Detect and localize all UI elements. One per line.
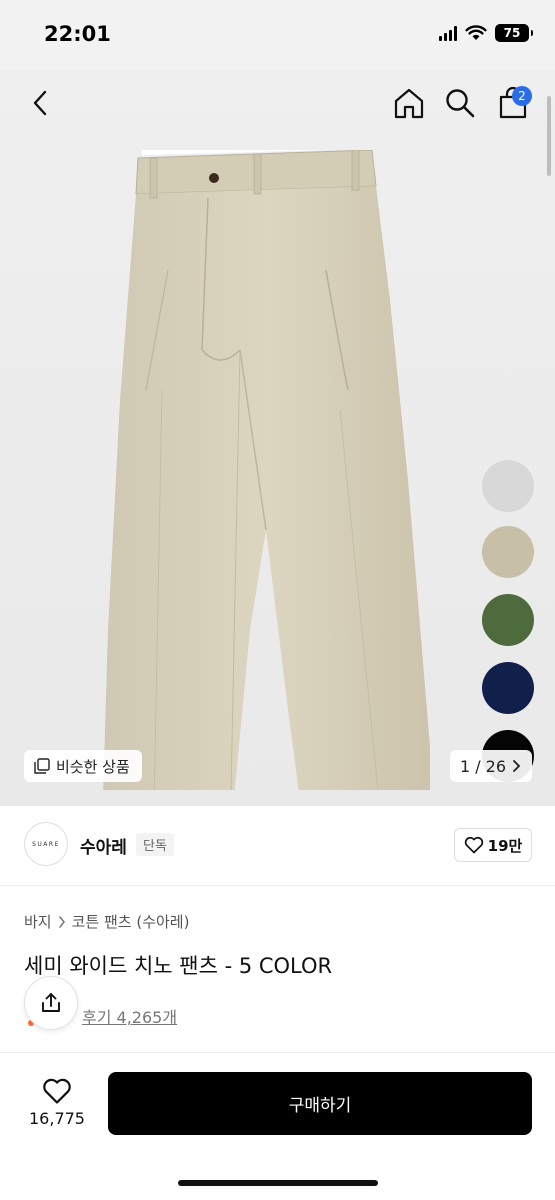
share-button[interactable]: [24, 976, 78, 1030]
brand-row: SUARE 수아레 단독 19만: [0, 806, 555, 886]
color-swatch-olive[interactable]: [482, 594, 534, 646]
back-icon[interactable]: [26, 88, 56, 118]
brand-name[interactable]: 수아레: [80, 833, 127, 858]
brand-logo[interactable]: SUARE: [24, 822, 68, 866]
similar-items-icon: [34, 758, 50, 774]
heart-icon[interactable]: [42, 1077, 72, 1105]
status-time: 22:01: [44, 22, 111, 46]
share-icon: [42, 993, 60, 1012]
review-count-link[interactable]: 후기 4,265개: [82, 1004, 177, 1028]
home-indicator[interactable]: [178, 1180, 378, 1186]
breadcrumb: 바지 코튼 팬츠 (수아레): [24, 911, 189, 932]
chevron-right-icon: [58, 915, 65, 928]
product-title: 세미 와이드 치노 팬츠 - 5 COLOR: [24, 954, 333, 978]
product-gallery[interactable]: 2 비슷한 상품 1 / 26: [0, 70, 555, 806]
image-page-counter[interactable]: 1 / 26: [450, 750, 532, 782]
breadcrumb-category[interactable]: 바지: [24, 911, 52, 932]
scrollbar[interactable]: [547, 96, 551, 176]
status-bar: 22:01 75: [0, 0, 555, 70]
color-swatch-gray[interactable]: [482, 460, 534, 512]
chevron-right-icon: [513, 760, 521, 772]
status-icons: 75: [439, 24, 533, 42]
bottom-action-bar: 16,775 구매하기: [0, 1052, 555, 1200]
brand-like-button[interactable]: 19만: [454, 828, 532, 862]
exclusive-badge: 단독: [136, 833, 174, 856]
wishlist-count: 16,775: [29, 1109, 85, 1128]
brand-like-count: 19만: [487, 836, 523, 855]
buy-button[interactable]: 구매하기: [108, 1072, 532, 1135]
page-counter-label: 1 / 26: [459, 756, 507, 776]
color-swatch-beige[interactable]: [482, 526, 534, 578]
signal-icon: [439, 25, 457, 41]
cart-badge: 2: [512, 86, 532, 106]
home-icon[interactable]: [392, 86, 426, 120]
similar-products-button[interactable]: 비슷한 상품: [24, 750, 142, 782]
product-image: [103, 150, 430, 790]
heart-icon: [464, 836, 483, 854]
search-icon[interactable]: [444, 87, 476, 119]
breadcrumb-subcategory[interactable]: 코튼 팬츠 (수아레): [72, 911, 190, 932]
battery-icon: 75: [495, 24, 533, 42]
similar-products-label: 비슷한 상품: [56, 757, 130, 776]
wifi-icon: [465, 25, 487, 40]
color-swatch-navy[interactable]: [482, 662, 534, 714]
